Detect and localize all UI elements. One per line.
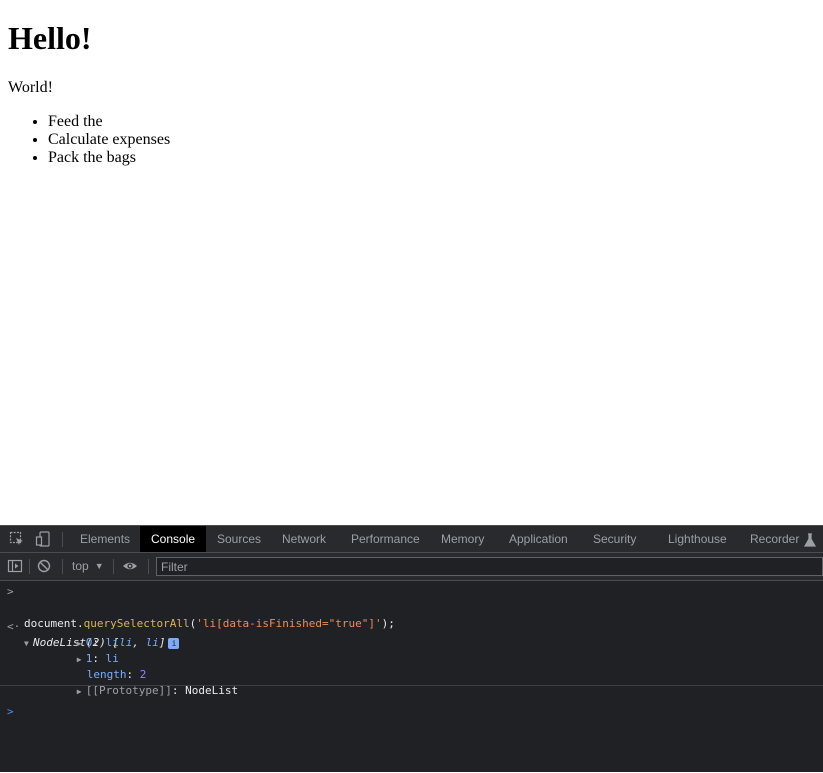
list-item: Pack the bags <box>48 149 170 167</box>
input-prompt-icon: > <box>7 585 14 598</box>
inspect-element-icon[interactable] <box>9 531 25 547</box>
divider <box>29 559 30 574</box>
tab-elements[interactable]: Elements <box>69 526 141 552</box>
preview-item: li <box>145 636 159 649</box>
eye-icon[interactable] <box>122 558 138 574</box>
page-paragraph: World! <box>8 79 53 96</box>
divider <box>148 559 149 574</box>
tab-memory[interactable]: Memory <box>430 526 495 552</box>
tab-application[interactable]: Application <box>498 526 579 552</box>
nodelist-entry[interactable]: ▶ 1: li <box>37 635 119 665</box>
task-list: Feed the Calculate expenses Pack the bag… <box>8 113 170 167</box>
tab-recorder[interactable]: Recorder <box>739 526 810 552</box>
preview-bracket-close: ] <box>158 636 166 649</box>
devtools-tab-bar: Elements Console Sources Network Perform… <box>0 526 823 553</box>
context-selector[interactable]: top ▼ <box>72 559 104 573</box>
tab-network[interactable]: Network <box>271 526 337 552</box>
expanded-triangle-icon[interactable]: ▼ <box>24 636 33 652</box>
chevron-down-icon: ▼ <box>94 561 104 571</box>
code-string: 'li[data-isFinished="true"]' <box>196 617 382 630</box>
divider <box>113 559 114 574</box>
console-input-line: > document.querySelectorAll('li[data-isF… <box>0 584 395 630</box>
flask-icon <box>802 532 818 548</box>
tab-performance[interactable]: Performance <box>340 526 431 552</box>
sidebar-toggle-icon[interactable] <box>7 558 23 574</box>
list-item: Calculate expenses <box>48 131 170 149</box>
web-page: Hello! World! Feed the Calculate expense… <box>0 0 823 525</box>
preview-comma: , <box>132 636 146 649</box>
console-prompt[interactable]: > <box>0 688 823 773</box>
list-item: Feed the <box>48 113 170 131</box>
prototype-entry[interactable]: ▶ [[Prototype]]: NodeList <box>37 667 238 697</box>
tab-sources[interactable]: Sources <box>206 526 272 552</box>
console-result-line[interactable]: <· ▼ NodeList(2) [li, li] i <box>0 603 180 649</box>
prompt-caret-icon: > <box>7 705 14 718</box>
length-property: length: 2 <box>86 668 147 681</box>
filter-field-wrapper <box>156 557 823 576</box>
filter-input[interactable] <box>157 558 822 576</box>
result-arrow-icon: <· <box>7 620 21 633</box>
divider <box>0 685 823 686</box>
tab-security[interactable]: Security <box>582 526 647 552</box>
code-paren-close: ); <box>381 617 395 630</box>
tab-lighthouse[interactable]: Lighthouse <box>657 526 738 552</box>
tab-console[interactable]: Console <box>140 526 207 552</box>
clear-console-icon[interactable] <box>36 558 52 574</box>
devtools-panel: Elements Console Sources Network Perform… <box>0 525 823 772</box>
divider <box>62 559 63 574</box>
device-toolbar-icon[interactable] <box>35 531 51 547</box>
page-heading: Hello! <box>8 20 92 56</box>
info-icon[interactable]: i <box>168 637 180 649</box>
preview-item: li <box>119 636 133 649</box>
console-output: > document.querySelectorAll('li[data-isF… <box>0 581 823 773</box>
divider <box>62 532 63 547</box>
nodelist-entry[interactable]: ▶ 0: li <box>37 619 119 649</box>
context-selector-label: top <box>72 559 89 573</box>
console-toolbar: top ▼ <box>0 553 823 581</box>
